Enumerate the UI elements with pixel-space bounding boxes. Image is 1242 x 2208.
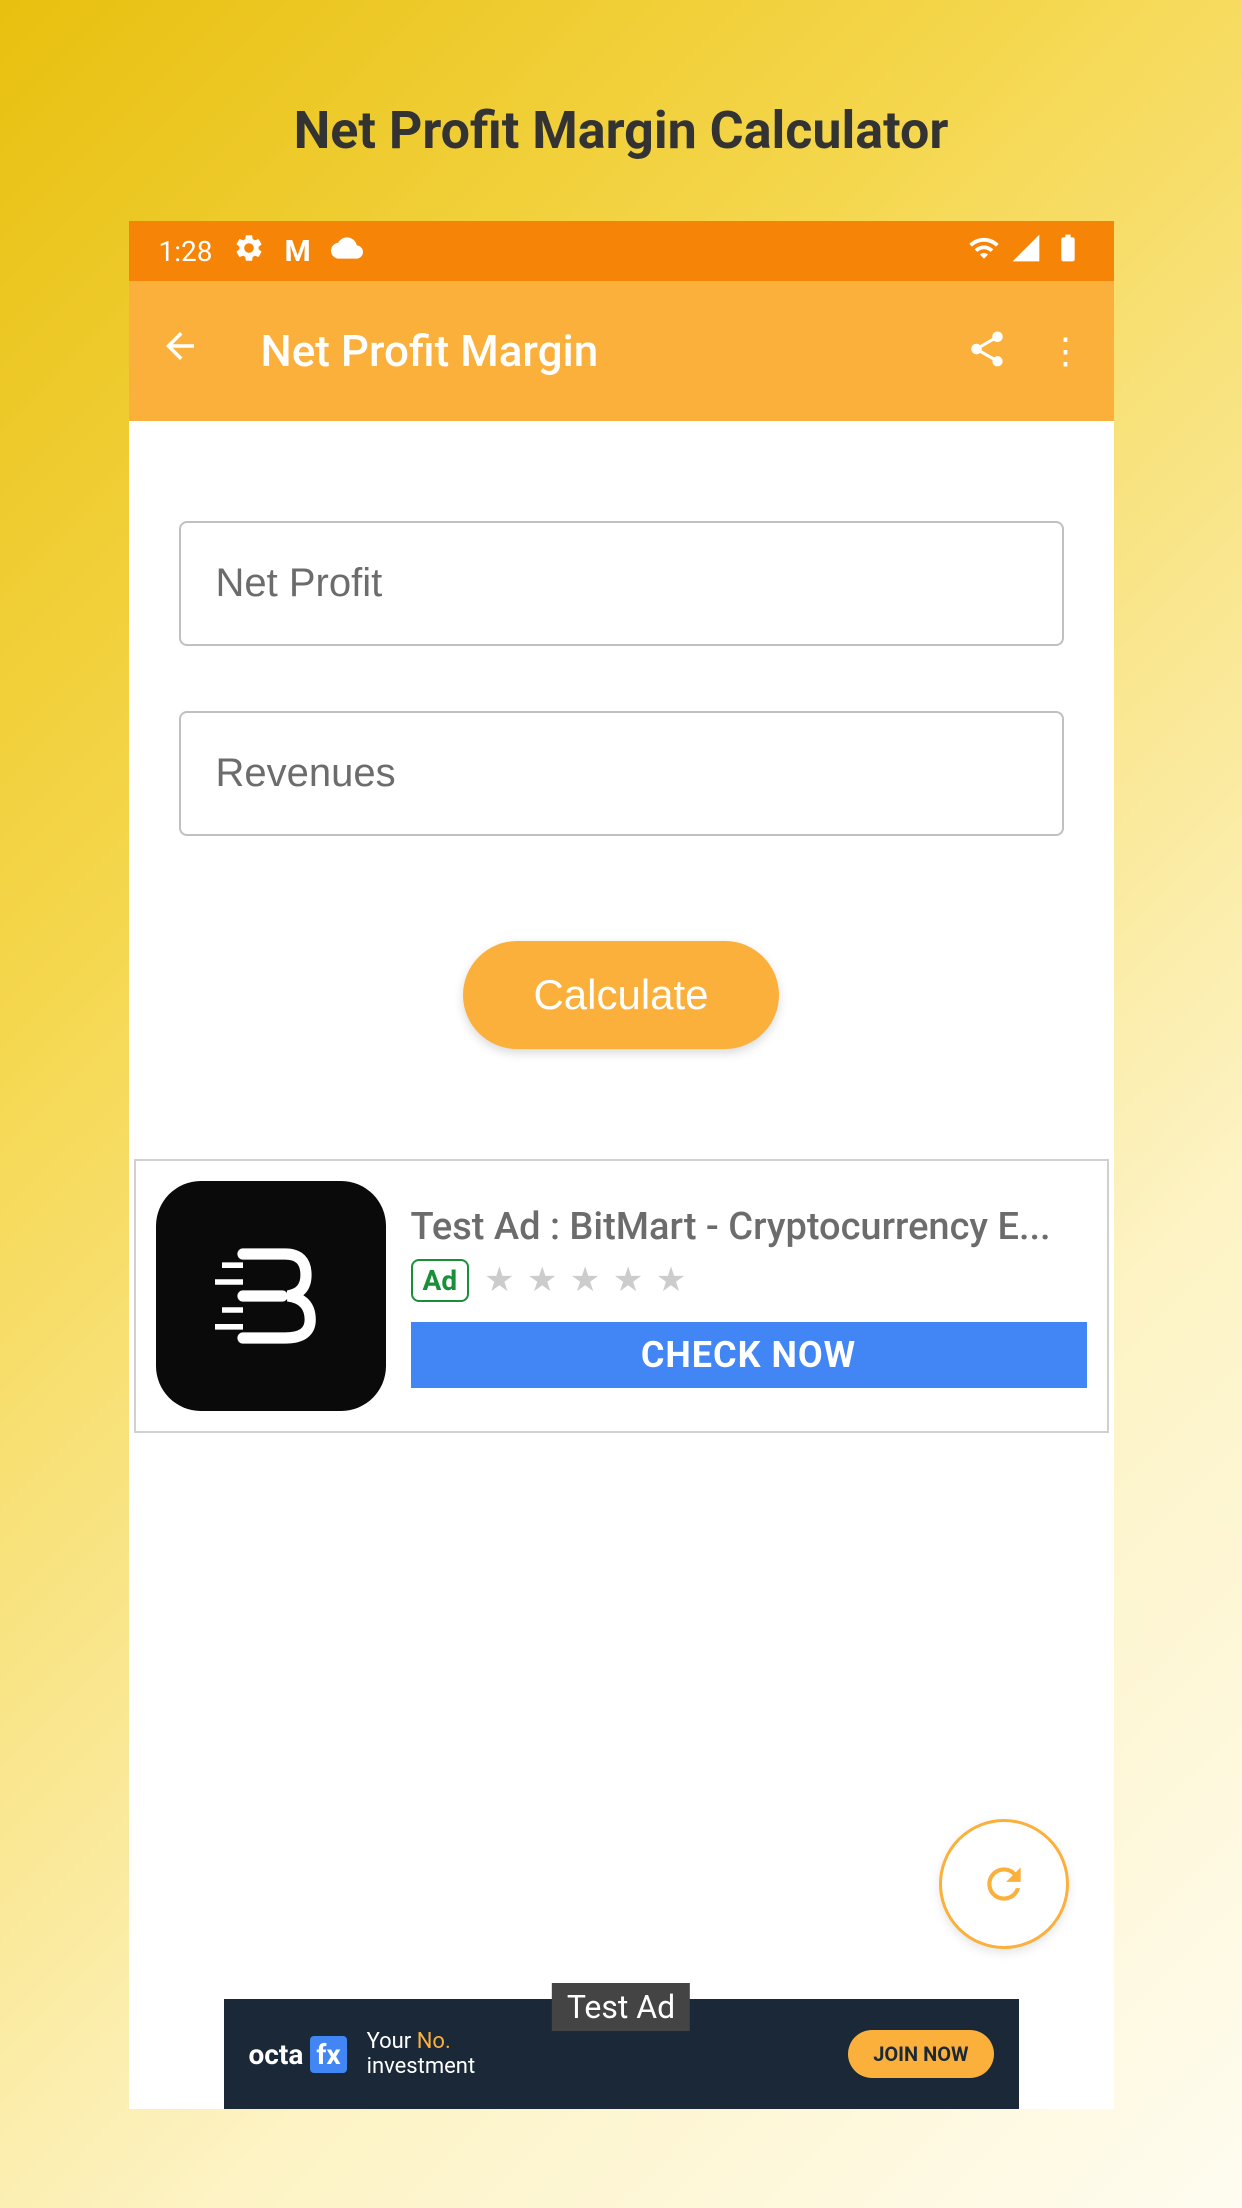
status-time: 1:28	[159, 235, 213, 268]
ad-meta-row: Ad ★ ★ ★ ★ ★	[411, 1259, 1087, 1302]
ad-banner-1[interactable]: Test Ad : BitMart - Cryptocurrency E... …	[134, 1159, 1109, 1433]
refresh-fab[interactable]	[939, 1819, 1069, 1949]
cloud-icon	[331, 232, 363, 271]
revenues-input[interactable]	[179, 711, 1064, 836]
phone-frame: 1:28 M Net Profit Margin	[129, 221, 1114, 2109]
ad-badge: Ad	[411, 1259, 470, 1302]
join-now-button[interactable]: JOIN NOW	[848, 2030, 993, 2078]
battery-icon	[1052, 232, 1084, 271]
page-title: Net Profit Margin Calculator	[0, 0, 1242, 221]
share-icon[interactable]	[966, 328, 1008, 374]
more-icon[interactable]: ⋮	[1048, 330, 1084, 372]
test-ad-label: Test Ad	[552, 1983, 690, 2031]
ad-title: Test Ad : BitMart - Cryptocurrency E...	[411, 1205, 1087, 1249]
status-bar: 1:28 M	[129, 221, 1114, 281]
calculate-button[interactable]: Calculate	[463, 941, 778, 1049]
status-bar-right	[968, 232, 1084, 271]
ad2-text: Your No. investment	[367, 2029, 829, 2079]
back-arrow-icon[interactable]	[159, 325, 201, 378]
content-area: Calculate	[129, 421, 1114, 1099]
ad2-logo: octa fx	[249, 2038, 347, 2071]
status-bar-left: 1:28 M	[159, 232, 363, 271]
signal-icon	[1010, 232, 1042, 271]
check-now-button[interactable]: CHECK NOW	[411, 1322, 1087, 1388]
ad-app-icon	[156, 1181, 386, 1411]
net-profit-input[interactable]	[179, 521, 1064, 646]
wifi-icon	[968, 232, 1000, 271]
settings-icon	[233, 232, 265, 271]
app-bar-title: Net Profit Margin	[261, 325, 966, 377]
ad-stars-icon: ★ ★ ★ ★ ★	[484, 1260, 688, 1300]
app-bar: Net Profit Margin ⋮	[129, 281, 1114, 421]
ad-content: Test Ad : BitMart - Cryptocurrency E... …	[411, 1205, 1087, 1388]
mail-icon: M	[285, 234, 311, 269]
